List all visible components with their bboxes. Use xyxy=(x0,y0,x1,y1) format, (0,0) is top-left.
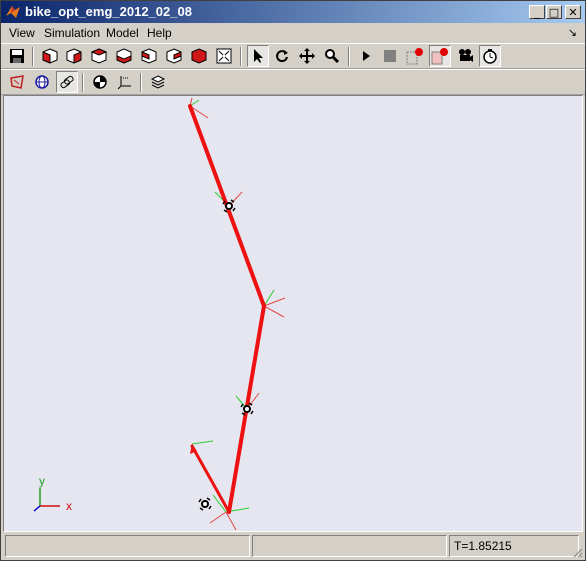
view-right-icon[interactable] xyxy=(113,45,135,67)
zoom-icon[interactable] xyxy=(321,45,343,67)
view-fit-icon[interactable] xyxy=(213,45,235,67)
menu-help[interactable]: Help xyxy=(147,26,172,40)
menu-simulation[interactable]: Simulation xyxy=(44,26,100,40)
main-toolbar xyxy=(1,43,585,69)
pointer-icon[interactable] xyxy=(247,45,269,67)
window-title: bike_opt_emg_2012_02_08 xyxy=(25,4,192,19)
link-segments xyxy=(188,104,266,514)
title-bar[interactable]: bike_opt_emg_2012_02_08 _ □ ✕ xyxy=(1,1,585,23)
menu-model[interactable]: Model xyxy=(106,26,139,40)
matlab-logo-icon xyxy=(6,6,20,18)
status-pane-1 xyxy=(5,535,250,557)
resize-grip-icon[interactable] xyxy=(571,546,583,558)
dock-icon[interactable]: ↘ xyxy=(568,26,577,39)
status-time: T=1.85215 xyxy=(449,535,579,557)
toolbar-separator xyxy=(140,73,142,92)
record-stop-icon[interactable] xyxy=(429,45,451,67)
stop-icon[interactable] xyxy=(379,45,401,67)
record-start-icon[interactable] xyxy=(404,45,426,67)
view-top-icon[interactable] xyxy=(138,45,160,67)
model-render: y x xyxy=(33,97,286,531)
pan-icon[interactable] xyxy=(296,45,318,67)
toolbar-separator xyxy=(32,47,34,66)
model-red-icon[interactable] xyxy=(6,71,28,93)
view-iso-icon[interactable] xyxy=(188,45,210,67)
world-axes-indicator: y x xyxy=(33,474,72,513)
view-front-icon[interactable] xyxy=(39,45,61,67)
x-axis-label: x xyxy=(66,499,72,513)
link-icon[interactable] xyxy=(56,71,78,93)
maximize-button[interactable]: □ xyxy=(546,5,562,19)
toolbar-separator xyxy=(348,47,350,66)
close-button[interactable]: ✕ xyxy=(565,5,581,19)
view-bottom-icon[interactable] xyxy=(163,45,185,67)
status-bar: T=1.85215 xyxy=(1,532,585,560)
minimize-button[interactable]: _ xyxy=(529,5,545,19)
center-of-mass-icon[interactable] xyxy=(89,71,111,93)
animation-viewport[interactable]: y x xyxy=(3,95,583,532)
secondary-toolbar xyxy=(1,69,585,95)
camera-icon[interactable] xyxy=(454,45,476,67)
view-back-icon[interactable] xyxy=(63,45,85,67)
joint-markers xyxy=(198,199,254,511)
status-pane-2 xyxy=(252,535,447,557)
timer-icon[interactable] xyxy=(479,45,501,67)
save-icon[interactable] xyxy=(6,45,28,67)
y-axis-label: y xyxy=(39,474,45,488)
globe-icon[interactable] xyxy=(31,71,53,93)
menu-bar: View Simulation Model Help ↘ xyxy=(1,23,585,43)
menu-view[interactable]: View xyxy=(9,26,35,40)
toolbar-separator xyxy=(240,47,242,66)
play-icon[interactable] xyxy=(355,45,377,67)
layers-icon[interactable] xyxy=(147,71,169,93)
axes-icon[interactable] xyxy=(114,71,136,93)
rotate-icon[interactable] xyxy=(271,45,293,67)
main-window: bike_opt_emg_2012_02_08 _ □ ✕ View Simul… xyxy=(0,0,586,561)
view-left-icon[interactable] xyxy=(88,45,110,67)
toolbar-separator xyxy=(82,73,84,92)
